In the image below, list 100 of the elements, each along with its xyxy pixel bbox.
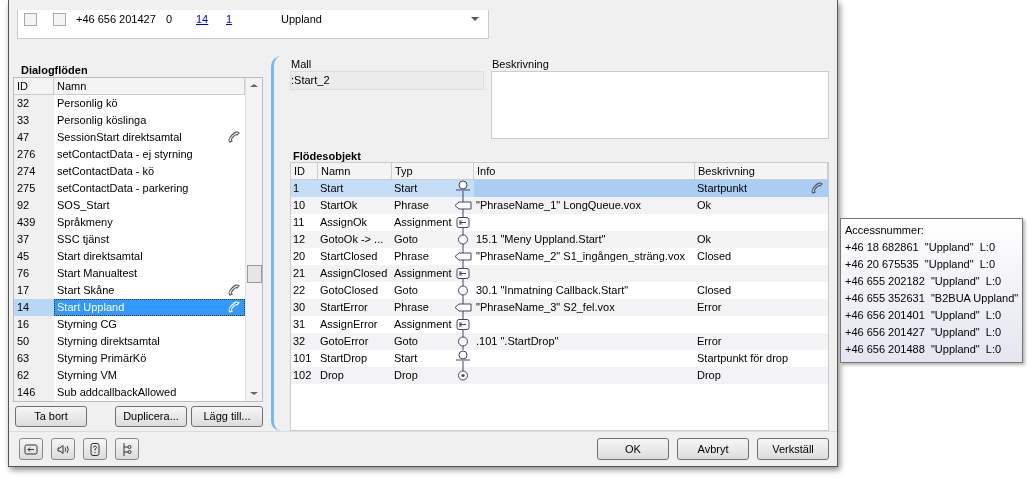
table-cell: 32 — [293, 334, 306, 347]
table-cell-text: Phrase — [394, 299, 429, 315]
speech-node-icon — [452, 298, 474, 316]
toolbar-button[interactable] — [115, 438, 139, 461]
toolbar-button[interactable] — [83, 438, 107, 461]
list-row[interactable]: 50 Styrning direktsamtal — [14, 332, 245, 350]
row-id: 16 — [17, 317, 30, 330]
table-cell-text: Drop — [697, 367, 721, 383]
checkbox[interactable] — [53, 12, 66, 26]
table-row[interactable]: 31 AssignError Assignment — [291, 315, 828, 333]
dialog-button[interactable]: Verkställ — [757, 438, 829, 461]
row-name: SessionStart direktsamtal — [57, 129, 182, 145]
table-cell-text: Phrase — [394, 248, 429, 264]
tooltip-line: +46 656 201427 "Uppland" L:0 — [845, 325, 1003, 340]
list-row[interactable]: 16 Styrning CG — [14, 315, 245, 333]
table-cell: 10 — [293, 198, 306, 211]
table-cell-text: Error — [697, 333, 722, 349]
list-row[interactable]: 45 Start direktsamtal — [14, 247, 245, 265]
table-cell-text: Ok — [697, 197, 712, 213]
list-row[interactable]: 146 Sub addcallbackAllowed — [14, 383, 245, 401]
table-cell-text: Phrase — [394, 197, 429, 213]
table-cell-text: Assignment — [394, 316, 452, 332]
description-field[interactable] — [491, 70, 829, 139]
scroll-down-arrow-icon[interactable] — [250, 391, 258, 395]
table-cell: StartDrop — [320, 351, 368, 364]
list-row[interactable]: 275 setContactData - parkering — [14, 179, 245, 197]
table-cell: 21 — [293, 266, 306, 279]
table-cell: 102 — [293, 368, 312, 381]
tooltip-title: Accessnummer: — [845, 223, 925, 238]
tooltip-line: +46 655 202182 "Uppland" L:0 — [845, 274, 1003, 289]
scroll-up-arrow-icon[interactable] — [250, 83, 258, 87]
row-id: 62 — [17, 368, 30, 381]
table-row[interactable]: 102 Drop Drop Drop — [291, 366, 828, 384]
list-row[interactable]: 276 setContactData - ej styrning — [14, 145, 245, 163]
table-row[interactable]: 11 AssignOk Assignment — [291, 213, 828, 231]
table-cell: StartClosed — [320, 249, 378, 262]
table-row[interactable]: 22 GotoClosed Goto 30.1 "Inmatning Callback.Start" Closed — [291, 281, 828, 299]
tooltip-line: +46 656 201401 "Uppland" L:0 — [845, 308, 1003, 323]
table-row[interactable]: 101 StartDrop Start Startpunkt för drop — [291, 349, 828, 367]
template-field[interactable]: :Start_2 — [290, 70, 484, 90]
action-button[interactable]: Ta bort — [15, 405, 87, 427]
table-link[interactable]: 1 — [226, 13, 281, 25]
dialog-button[interactable]: Avbryt — [677, 438, 749, 461]
table-cell: 1 — [293, 181, 300, 194]
list-row[interactable]: 62 Styrning VM — [14, 366, 245, 384]
row-name: Start Skåne — [57, 282, 115, 298]
list-row[interactable]: 47 SessionStart direktsamtal — [14, 128, 245, 146]
row-name: Personlig köslinga — [57, 112, 147, 128]
scrollbar[interactable] — [245, 77, 262, 401]
column-header[interactable]: ID — [291, 162, 318, 179]
checkbox[interactable] — [24, 12, 37, 26]
column-header[interactable]: Namn — [318, 162, 392, 179]
list-row[interactable]: 63 Styrning PrimärKö — [14, 349, 245, 367]
list-row[interactable]: 17 Start Skåne — [14, 281, 245, 299]
section-title: Flödesobjekt — [292, 149, 362, 162]
action-button[interactable]: Duplicera... — [115, 405, 187, 427]
table-row[interactable]: 30 StartError Phrase "PhraseName_3" S2_fel.vox Error — [291, 298, 828, 316]
list-row[interactable]: 439 Språkmeny — [14, 213, 245, 231]
dropdown-arrow-icon[interactable] — [471, 17, 479, 21]
row-id: 276 — [17, 147, 36, 160]
column-header[interactable]: Typ — [392, 162, 474, 179]
table-cell: 11 — [293, 215, 305, 228]
dialog-button[interactable]: OK — [597, 438, 669, 461]
table-cell-text: Assignment — [394, 265, 452, 281]
list-row[interactable]: 92 SOS_Start — [14, 196, 245, 214]
row-id: 274 — [17, 164, 36, 177]
table-row[interactable]: 20 StartClosed Phrase "PhraseName_2" S1_ingången_sträng.vox Closed — [291, 247, 828, 265]
question-icon — [87, 441, 103, 457]
list-row[interactable]: 33 Personlig köslinga — [14, 111, 245, 129]
field-label: Mall — [290, 56, 313, 71]
table-row[interactable]: 32 GotoError Goto .101 ".StartDrop" Error — [291, 332, 828, 350]
table-link[interactable]: 14 — [196, 13, 226, 25]
table-row[interactable]: 12 GotoOk -> ... Goto 15.1 "Meny Uppland.Start" Ok — [291, 230, 828, 248]
table-cell-text: Start — [394, 180, 418, 196]
action-button[interactable]: Lägg till... — [191, 405, 263, 427]
row-id: 50 — [17, 334, 30, 347]
table-row[interactable]: 21 AssignClosed Assignment — [291, 264, 828, 282]
table-cell: 12 — [293, 232, 306, 245]
table-cell-text: Startpunkt — [697, 180, 748, 196]
table-cell: .101 ".StartDrop" — [476, 334, 559, 347]
row-name: Språkmeny — [57, 214, 113, 230]
list-row[interactable]: 32 Personlig kö — [14, 94, 245, 112]
list-row[interactable]: 274 setContactData - kö — [14, 162, 245, 180]
speech-node-icon — [452, 247, 474, 265]
list-row[interactable]: 37 SSC tjänst — [14, 230, 245, 248]
row-id: 14 — [17, 300, 30, 313]
table-cell: Start — [320, 181, 344, 194]
column-header[interactable]: Beskrivning — [695, 162, 828, 179]
toolbar-button[interactable] — [51, 438, 75, 461]
scroll-thumb[interactable] — [246, 264, 262, 283]
row-name: Styrning PrimärKö — [57, 350, 147, 366]
column-header[interactable]: ID — [14, 77, 54, 94]
table-cell: 31 — [293, 317, 306, 330]
column-header[interactable]: Info — [474, 162, 695, 179]
table-cell: "PhraseName_3" S2_fel.vox — [476, 300, 615, 313]
row-id: 47 — [17, 130, 30, 143]
row-id: 76 — [17, 266, 30, 279]
table-cell-text: Error — [697, 299, 722, 315]
field-label: Beskrivning — [491, 56, 550, 71]
list-row[interactable]: 76 Start Manualtest — [14, 264, 245, 282]
